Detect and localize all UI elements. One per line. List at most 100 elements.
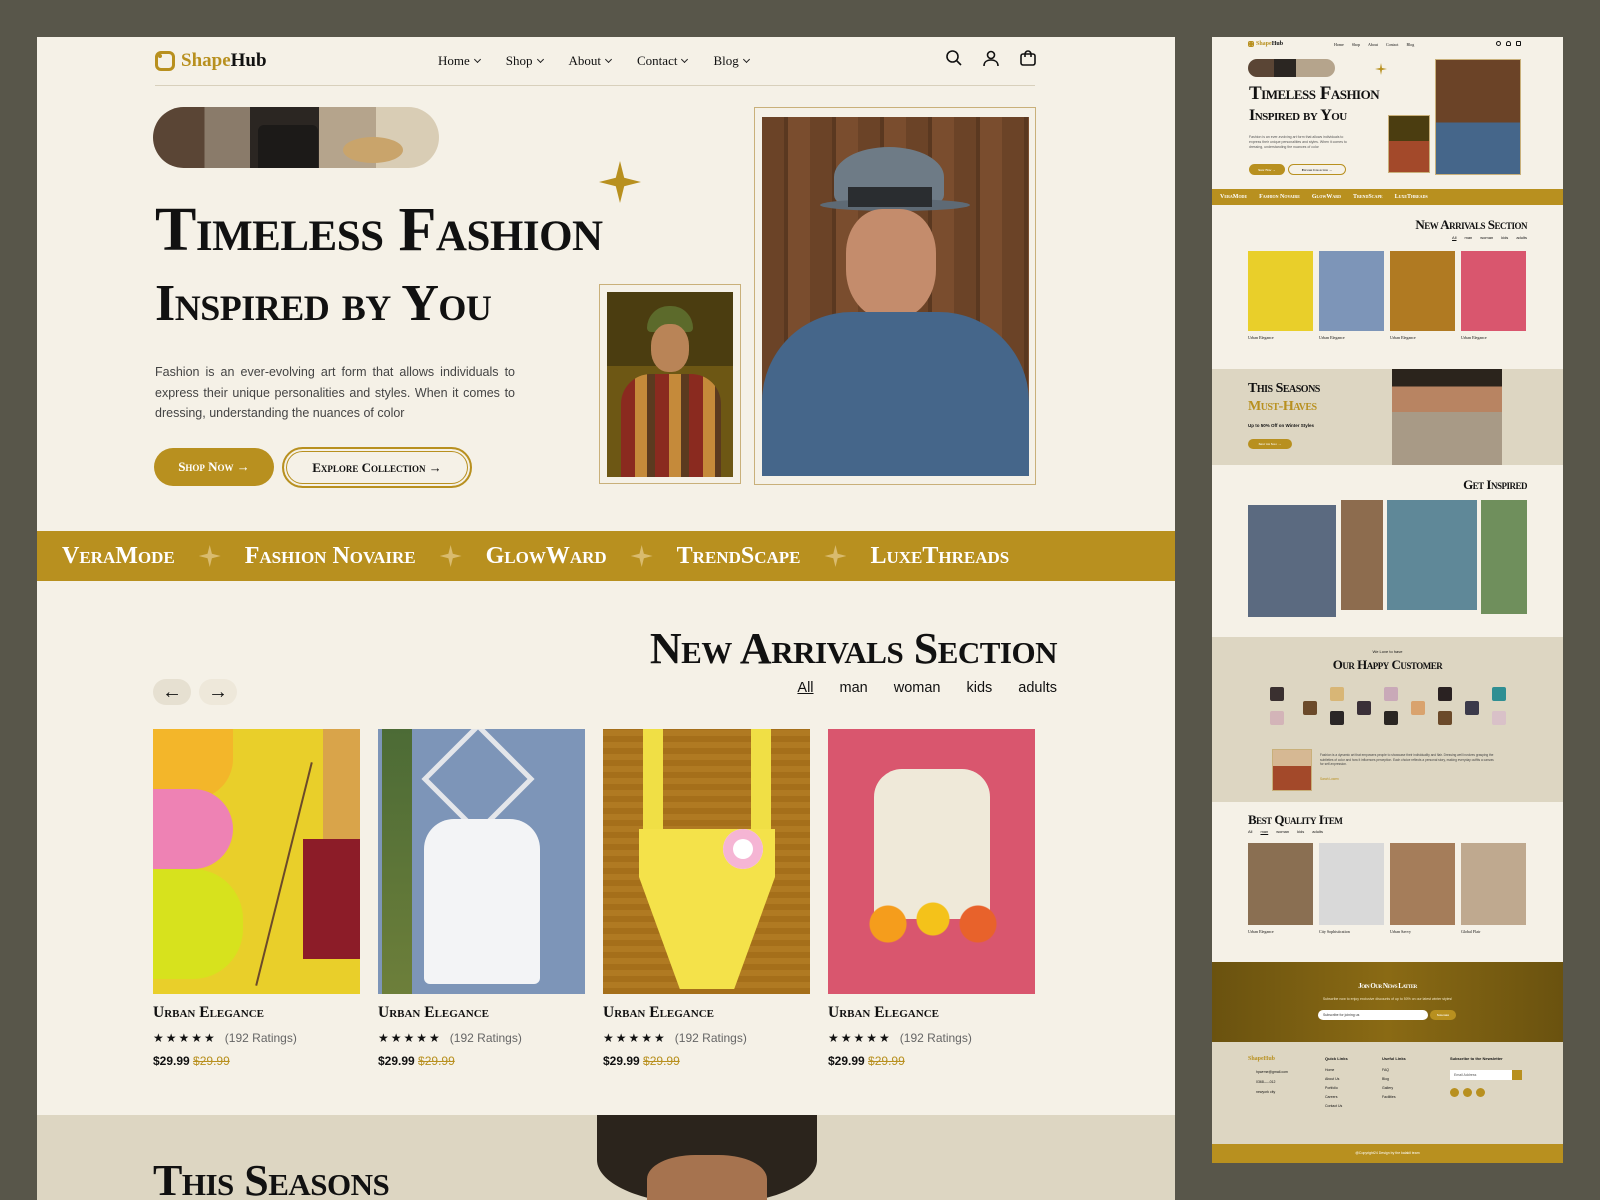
product-card[interactable]: Urban Elegance ★★★★★ (192 Ratings) $29.99… <box>828 729 1035 1079</box>
customer-avatar[interactable] <box>1492 711 1506 725</box>
customer-avatar[interactable] <box>1330 711 1344 725</box>
footer-email-input[interactable]: Email Address <box>1450 1070 1512 1080</box>
product-card[interactable]: Urban Elegance ★★★★★ (192 Ratings) $29.99… <box>378 729 585 1079</box>
cart-icon[interactable] <box>1017 47 1039 69</box>
footer-link[interactable]: Gallery <box>1382 1086 1393 1090</box>
brand-name-b: Hub <box>230 50 267 71</box>
brand-logo[interactable]: Shape Hub <box>1248 41 1283 47</box>
nav-home[interactable]: Home <box>1334 42 1344 47</box>
arrivals-prev-button[interactable]: ← <box>153 679 191 705</box>
brand-logo[interactable]: Shape Hub <box>155 49 267 73</box>
customer-avatar[interactable] <box>1438 687 1452 701</box>
tab-man[interactable]: man <box>1465 235 1473 240</box>
twitter-icon[interactable] <box>1476 1088 1485 1097</box>
search-icon[interactable] <box>943 47 965 69</box>
nav-contact[interactable]: Contact <box>637 53 689 69</box>
nav-about[interactable]: About <box>1368 42 1378 47</box>
search-icon[interactable] <box>1496 41 1501 46</box>
customer-avatar[interactable] <box>1384 687 1398 701</box>
nav-shop[interactable]: Shop <box>506 53 544 69</box>
customer-avatar[interactable] <box>1465 701 1479 715</box>
customer-avatar[interactable] <box>1384 711 1398 725</box>
arrivals-next-button[interactable]: → <box>199 679 237 705</box>
product-card[interactable]: Urban Elegance ★★★★★ (192 Ratings) $29.99… <box>153 729 360 1079</box>
footer-link[interactable]: Home <box>1325 1068 1334 1072</box>
tab-man[interactable]: man <box>1260 829 1268 834</box>
nav-home[interactable]: Home <box>438 53 481 69</box>
footer-link[interactable]: Contact Us <box>1325 1104 1342 1108</box>
mini-newsletter-button[interactable]: Subscribe <box>1430 1010 1456 1020</box>
chevron-down-icon <box>536 55 544 64</box>
hero-title-line1: Timeless Fashion <box>155 196 603 264</box>
cart-icon[interactable] <box>1516 41 1521 46</box>
inspired-photo[interactable] <box>1387 500 1477 610</box>
mini-product-card[interactable] <box>1461 843 1526 925</box>
customer-avatar[interactable] <box>1270 687 1284 701</box>
facebook-icon[interactable] <box>1450 1088 1459 1097</box>
mini-product-card[interactable] <box>1461 251 1526 331</box>
user-icon[interactable] <box>1506 41 1511 46</box>
brand-trendscape: TrendScape <box>1353 194 1383 200</box>
nav-shop[interactable]: Shop <box>1352 42 1360 47</box>
mini-shop-now-button[interactable]: Shop Now → <box>1249 164 1285 175</box>
tab-all[interactable]: All <box>797 680 813 696</box>
mini-product-card[interactable] <box>1248 843 1313 925</box>
footer-link[interactable]: Portfolio <box>1325 1086 1338 1090</box>
customer-avatar[interactable] <box>1330 687 1344 701</box>
tab-all[interactable]: All <box>1248 829 1252 834</box>
tab-kids[interactable]: kids <box>1501 235 1508 240</box>
customer-avatar[interactable] <box>1270 711 1284 725</box>
inspired-photo[interactable] <box>1341 500 1383 610</box>
tab-adults[interactable]: adults <box>1516 235 1527 240</box>
nav-contact[interactable]: Contact <box>1386 42 1398 47</box>
tab-woman[interactable]: woman <box>1480 235 1493 240</box>
mini-explore-button[interactable]: Explore Collection → <box>1288 164 1346 175</box>
inspired-photo[interactable] <box>1481 500 1527 614</box>
tab-adults[interactable]: adults <box>1018 680 1057 696</box>
tab-woman[interactable]: woman <box>894 680 941 696</box>
small-portrait-frame <box>599 284 741 484</box>
current-price: $29.99 <box>828 1054 865 1068</box>
footer-link[interactable]: Careers <box>1325 1095 1337 1099</box>
tab-all[interactable]: All <box>1452 235 1456 240</box>
tab-woman[interactable]: woman <box>1276 829 1289 834</box>
x-icon[interactable] <box>1463 1088 1472 1097</box>
brand-name-a: Shape <box>1256 41 1272 47</box>
mini-product-card[interactable] <box>1248 251 1313 331</box>
mini-newsletter-heading: Join Our News Latter <box>1358 982 1417 990</box>
customer-avatar[interactable] <box>1411 701 1425 715</box>
mini-product-card[interactable] <box>1390 251 1455 331</box>
tab-kids[interactable]: kids <box>1297 829 1304 834</box>
mini-newsletter-input[interactable]: Subscribe for joining us <box>1318 1010 1428 1020</box>
send-icon[interactable] <box>1512 1070 1522 1080</box>
customer-avatar[interactable] <box>1303 701 1317 715</box>
footer-link[interactable]: Facilities <box>1382 1095 1396 1099</box>
customer-avatar[interactable] <box>1357 701 1371 715</box>
brand-luxethreads: LuxeThreads <box>1394 194 1428 200</box>
nav-blog[interactable]: Blog <box>713 53 750 69</box>
mini-customers-section: We Love to have Our Happy Customer Fashi… <box>1212 637 1563 802</box>
nav-about[interactable]: About <box>569 53 613 69</box>
customer-avatar[interactable] <box>1492 687 1506 701</box>
user-icon[interactable] <box>980 47 1002 69</box>
product-card[interactable]: Urban Elegance ★★★★★ (192 Ratings) $29.99… <box>603 729 810 1079</box>
footer-email[interactable]: hpwrme@gmail.com <box>1256 1070 1288 1074</box>
mini-product-card[interactable] <box>1319 843 1384 925</box>
nav-blog[interactable]: Blog <box>1406 42 1414 47</box>
footer-link[interactable]: About Us <box>1325 1077 1339 1081</box>
footer-link[interactable]: Blog <box>1382 1077 1389 1081</box>
customer-avatar[interactable] <box>1438 711 1452 725</box>
quote-avatar <box>1272 749 1312 791</box>
inspired-photo[interactable] <box>1248 505 1336 617</box>
footer-phone[interactable]: 0368-----012 <box>1256 1080 1275 1084</box>
mini-product-card[interactable] <box>1390 843 1455 925</box>
mini-product-title: Global Flair <box>1461 929 1481 934</box>
tab-man[interactable]: man <box>840 680 868 696</box>
shop-now-button[interactable]: Shop Now → <box>154 448 274 486</box>
explore-collection-button[interactable]: Explore Collection → <box>282 447 472 488</box>
tab-kids[interactable]: kids <box>967 680 993 696</box>
mini-product-card[interactable] <box>1319 251 1384 331</box>
footer-link[interactable]: FAQ <box>1382 1068 1389 1072</box>
mini-season-cta[interactable]: Shop the Sale → <box>1248 439 1292 449</box>
tab-adults[interactable]: adults <box>1312 829 1323 834</box>
